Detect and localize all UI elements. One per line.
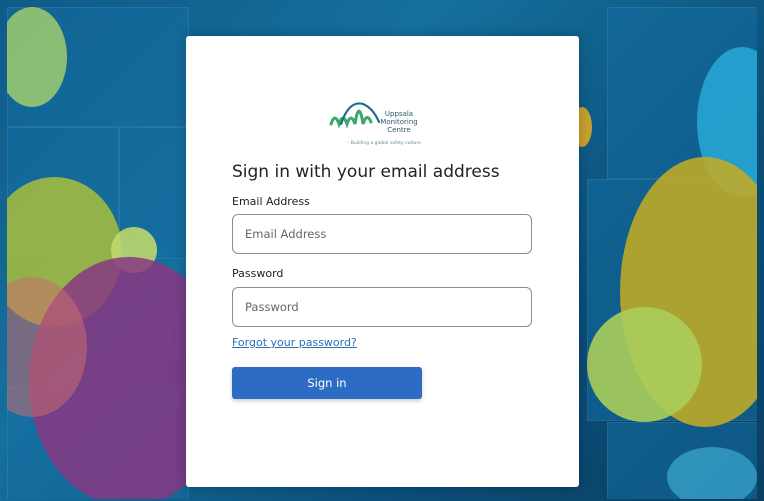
logo-line-2: Monitoring [380,118,418,126]
email-field[interactable] [232,214,532,254]
sign-in-button[interactable]: Sign in [232,367,422,399]
decorative-circle [587,307,702,422]
page-title: Sign in with your email address [232,162,500,182]
decorative-circle [667,447,757,499]
password-field[interactable] [232,287,532,327]
logo-text: Uppsala Monitoring Centre [375,110,423,134]
email-label: Email Address [232,195,310,208]
logo-line-3: Centre [387,126,411,134]
forgot-password-link[interactable]: Forgot your password? [232,336,357,349]
logo-tagline: – Building a global safety culture [347,141,421,146]
logo-line-1: Uppsala [384,110,414,118]
password-label: Password [232,267,284,280]
sign-in-card: Uppsala Monitoring Centre – Building a g… [186,36,579,487]
